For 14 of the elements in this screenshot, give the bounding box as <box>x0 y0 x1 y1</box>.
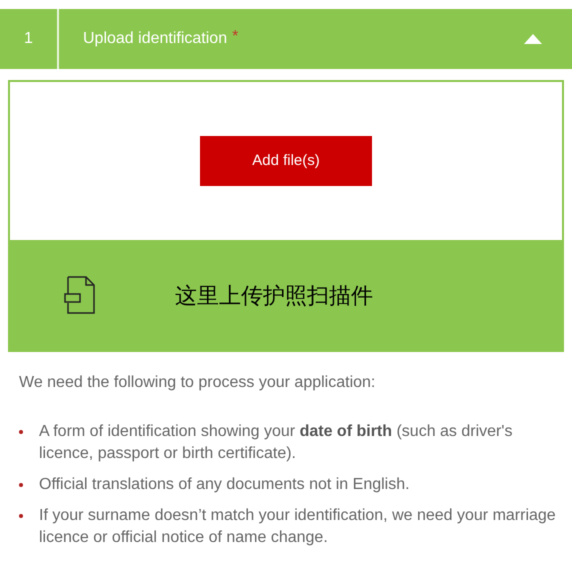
document-icon <box>64 275 98 315</box>
dropzone-text: 这里上传护照扫描件 <box>175 282 373 310</box>
requirement-text: Official translations of any documents not in English. <box>39 475 410 495</box>
bullet-icon <box>19 483 23 487</box>
requirement-text: A form of identification showing your date of birth (such as driver's licence, passport or birth certificate). <box>39 422 514 464</box>
add-files-button[interactable]: Add file(s) <box>200 136 372 186</box>
dropzone[interactable]: 这里上传护照扫描件 <box>10 240 562 350</box>
bullet-icon <box>19 514 23 518</box>
bullet-icon <box>19 430 23 434</box>
step-title: Upload identification <box>83 29 228 49</box>
required-mark: * <box>232 27 238 47</box>
step-number: 1 <box>23 29 33 49</box>
requirement-text: If your surname doesn’t match your identification, we need your marriage licence or official notice of name change. <box>39 506 557 548</box>
intro-text: We need the following to process your application: <box>19 373 376 393</box>
